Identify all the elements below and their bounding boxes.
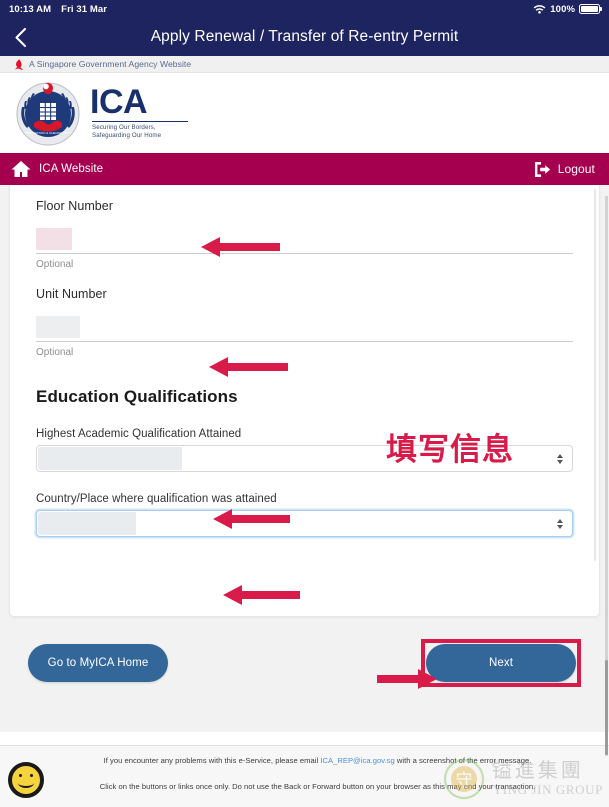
select-stepper-icon xyxy=(557,453,563,464)
go-to-myica-home-button[interactable]: Go to MyICA Home xyxy=(28,644,168,682)
status-bar-time: 10:13 AM xyxy=(9,3,52,15)
highest-qualification-redacted-value xyxy=(38,447,182,470)
logo-divider xyxy=(92,121,188,123)
floor-number-label: Floor Number xyxy=(36,199,114,213)
country-of-qualification-label: Country/Place where qualification was at… xyxy=(36,493,277,505)
floor-number-redacted-value xyxy=(36,228,72,250)
unit-number-help: Optional xyxy=(36,347,74,358)
country-of-qualification-select[interactable] xyxy=(36,510,573,537)
ica-tagline-line2: Safeguarding Our Home xyxy=(92,132,162,140)
site-navigation-bar: ICA Website Logout xyxy=(0,153,609,185)
field-unit-number: Unit Number Optional xyxy=(36,287,573,358)
inner-scrollbar[interactable] xyxy=(594,189,596,561)
form-card: Floor Number Optional Unit Number Option… xyxy=(9,185,600,617)
select-stepper-icon xyxy=(557,518,563,529)
back-button[interactable] xyxy=(0,27,40,48)
unit-number-redacted-value xyxy=(36,316,80,338)
ica-acronym: ICA xyxy=(90,82,148,121)
ica-website-link[interactable]: ICA Website xyxy=(39,163,103,175)
government-banner: A Singapore Government Agency Website xyxy=(0,56,609,73)
government-banner-text: A Singapore Government Agency Website xyxy=(29,59,192,69)
ica-crest-icon: IMMIGRATION & CHECKPOINTS xyxy=(16,82,80,146)
ios-status-bar: 10:13 AM Fri 31 Mar 100% xyxy=(0,0,609,18)
page-scrollbar-thumb[interactable] xyxy=(605,660,608,755)
battery-percentage: 100% xyxy=(550,3,575,15)
chevron-left-icon xyxy=(14,27,26,47)
floor-number-input[interactable] xyxy=(36,215,573,254)
next-button-wrapper: Next xyxy=(421,639,581,687)
unit-number-input[interactable] xyxy=(36,303,573,342)
svg-text:IMMIGRATION & CHECKPOINTS: IMMIGRATION & CHECKPOINTS xyxy=(25,131,70,135)
unit-number-label: Unit Number xyxy=(36,287,107,301)
next-button[interactable]: Next xyxy=(426,644,576,682)
form-action-buttons: Go to MyICA Home Next xyxy=(9,639,600,687)
page-content-area: Floor Number Optional Unit Number Option… xyxy=(0,185,609,732)
highest-qualification-select[interactable] xyxy=(36,445,573,472)
footer-text-before-link: If you encounter any problems with this … xyxy=(103,756,321,765)
singapore-flag-icon xyxy=(15,58,23,70)
app-navigation-bar: Apply Renewal / Transfer of Re-entry Per… xyxy=(0,18,609,56)
field-floor-number: Floor Number Optional xyxy=(36,199,573,270)
support-email-link[interactable]: ICA_REP@ica.gov.sg xyxy=(320,756,394,765)
battery-full-icon xyxy=(579,4,602,14)
home-icon[interactable] xyxy=(10,159,32,179)
status-bar-date: Fri 31 Mar xyxy=(61,3,108,15)
logout-label: Logout xyxy=(557,162,595,176)
wifi-icon xyxy=(533,4,546,14)
education-qualifications-heading: Education Qualifications xyxy=(36,387,238,406)
footer-text-after-link: with a screenshot of the error message. xyxy=(394,756,532,765)
branding-band: IMMIGRATION & CHECKPOINTS ICA Securing O… xyxy=(0,73,609,153)
ica-tagline-line1: Securing Our Borders, xyxy=(92,124,156,132)
page-title: Apply Renewal / Transfer of Re-entry Per… xyxy=(150,28,459,45)
footer-usage-line: Click on the buttons or links once only.… xyxy=(99,781,536,791)
logout-button[interactable]: Logout xyxy=(533,161,595,178)
floor-number-help: Optional xyxy=(36,259,74,270)
highest-qualification-label: Highest Academic Qualification Attained xyxy=(36,428,242,440)
page-footer: If you encounter any problems with this … xyxy=(0,745,609,807)
smiley-face-icon[interactable] xyxy=(8,762,44,798)
footer-support-line: If you encounter any problems with this … xyxy=(56,756,579,767)
country-of-qualification-redacted-value xyxy=(38,512,136,535)
logout-icon xyxy=(534,161,550,177)
